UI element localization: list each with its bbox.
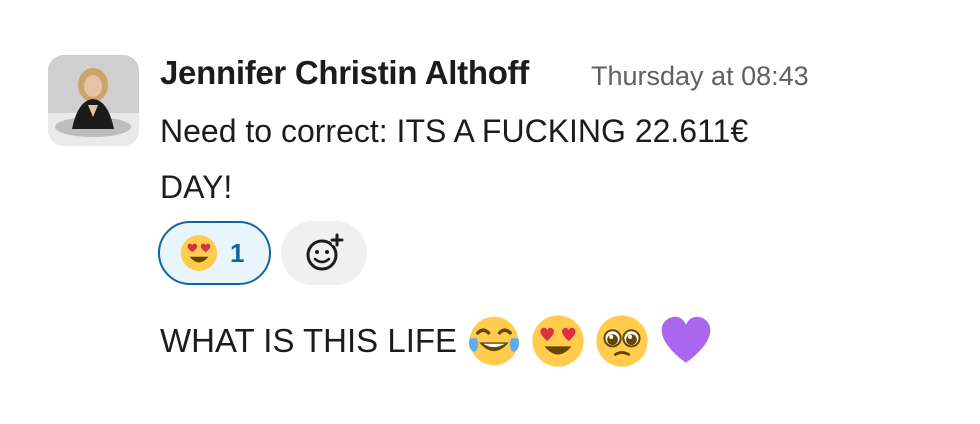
- reaction-count: 1: [230, 237, 245, 268]
- pleading-face-emoji-icon: [596, 315, 648, 367]
- second-message-text: WHAT IS THIS LIFE: [160, 322, 458, 359]
- heart-eyes-emoji-icon: [180, 234, 218, 272]
- message-text-line: Need to correct: ITS A FUCKING 22.611€: [160, 113, 749, 149]
- reaction-heart-eyes[interactable]: 1: [158, 221, 271, 285]
- add-reaction-button[interactable]: [281, 221, 367, 285]
- avatar-photo: [48, 55, 139, 146]
- reactions-bar: 1: [158, 221, 367, 285]
- second-message: WHAT IS THIS LIFE: [160, 314, 723, 368]
- message-timestamp[interactable]: Thursday at 08:43: [591, 61, 809, 92]
- add-reaction-icon: [306, 233, 344, 271]
- purple-heart-emoji-icon: [661, 316, 711, 363]
- heart-eyes-emoji-icon: [532, 315, 584, 367]
- avatar[interactable]: [48, 55, 139, 146]
- author-name[interactable]: Jennifer Christin Althoff: [160, 54, 529, 92]
- tears-of-joy-emoji-icon: [469, 316, 520, 366]
- message-text-line: DAY!: [160, 169, 233, 205]
